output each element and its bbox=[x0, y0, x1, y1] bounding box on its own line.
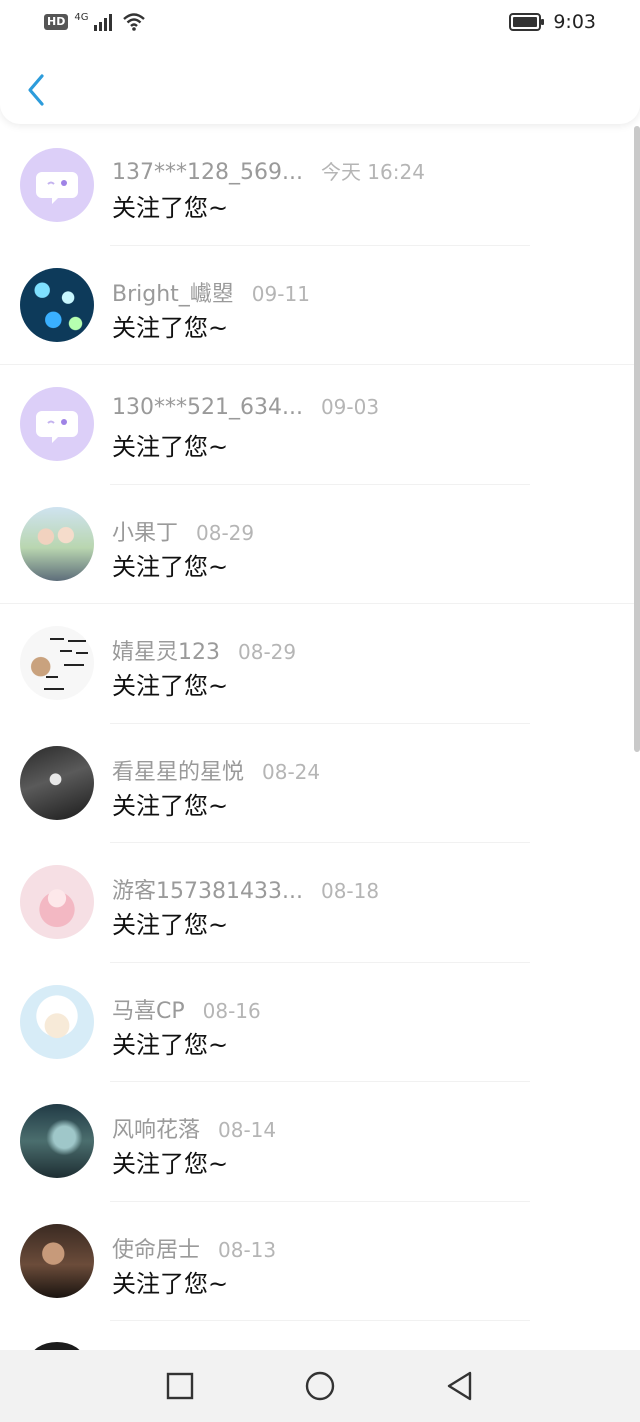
user-name[interactable]: 风响花落 bbox=[112, 1112, 200, 1144]
item-meta: 婧星灵123 08-29 bbox=[112, 634, 296, 666]
notification-list[interactable]: 137***128_569... 今天 16:24 关注了您~ Bright_巇… bbox=[0, 126, 640, 1350]
list-item[interactable]: 婧星灵123 08-29 关注了您~ bbox=[0, 604, 640, 724]
list-item[interactable]: 马喜CP 08-16 关注了您~ bbox=[0, 963, 640, 1083]
item-message: 关注了您~ bbox=[112, 194, 229, 222]
avatar[interactable] bbox=[20, 387, 94, 461]
signal-icon bbox=[94, 14, 113, 31]
status-right: 9:03 bbox=[509, 10, 596, 34]
user-name[interactable]: 使命居士 bbox=[112, 1232, 200, 1264]
user-name[interactable]: 137***128_569... bbox=[112, 160, 303, 185]
text-sticker-graphic bbox=[44, 638, 88, 690]
item-meta: Bright_巇曌 09-11 bbox=[112, 276, 310, 308]
item-meta: 马喜CP 08-16 bbox=[112, 993, 261, 1025]
top-header: HD 4G 9:03 bbox=[0, 0, 640, 124]
hd-badge: HD bbox=[44, 14, 69, 30]
item-date: 08-18 bbox=[320, 879, 380, 903]
avatar[interactable] bbox=[20, 984, 94, 1059]
item-message: 关注了您~ bbox=[112, 552, 229, 581]
item-meta: 小果丁 08-29 bbox=[112, 515, 254, 547]
avatar[interactable] bbox=[20, 506, 94, 581]
list-item[interactable]: Bright_巇曌 09-11 关注了您~ bbox=[0, 246, 640, 366]
status-bar: HD 4G 9:03 bbox=[0, 0, 640, 44]
item-date: 08-16 bbox=[202, 998, 261, 1023]
clock: 9:03 bbox=[553, 11, 596, 33]
battery-icon bbox=[509, 13, 545, 31]
item-message: 关注了您~ bbox=[112, 433, 229, 461]
recents-button[interactable] bbox=[160, 1366, 200, 1406]
user-name[interactable]: 130***521_634... bbox=[112, 395, 303, 420]
app-screen: HD 4G 9:03 137***128_569... 今天 16:24 关注了… bbox=[0, 0, 640, 1422]
item-message: 关注了您~ bbox=[112, 791, 229, 820]
user-name[interactable]: 小果丁 bbox=[112, 515, 178, 547]
user-name[interactable]: Bright_巇曌 bbox=[112, 276, 234, 308]
chat-bubble-icon bbox=[36, 411, 78, 443]
item-meta: 游客157381433... 08-18 bbox=[112, 873, 379, 905]
avatar[interactable] bbox=[20, 1223, 94, 1298]
avatar[interactable] bbox=[20, 1104, 94, 1178]
home-button[interactable] bbox=[300, 1366, 340, 1406]
list-item[interactable]: 风响花落 08-14 关注了您~ bbox=[0, 1082, 640, 1202]
item-message: 关注了您~ bbox=[112, 1030, 229, 1059]
item-meta: 风响花落 08-14 bbox=[112, 1112, 276, 1144]
back-triangle-icon bbox=[447, 1371, 472, 1401]
item-date: 08-14 bbox=[218, 1118, 277, 1142]
avatar[interactable] bbox=[20, 865, 94, 939]
nav-back-button[interactable] bbox=[440, 1366, 480, 1406]
list-item[interactable]: 游客157381433... 08-18 关注了您~ bbox=[0, 843, 640, 963]
item-message: 关注了您~ bbox=[112, 1269, 229, 1298]
item-meta: 看星星的星悦 08-24 bbox=[112, 754, 320, 786]
user-name[interactable]: 马喜CP bbox=[112, 993, 185, 1025]
item-date: 今天 16:24 bbox=[320, 160, 425, 184]
item-date: 09-03 bbox=[320, 395, 380, 419]
list-item[interactable]: 130***521_634... 09-03 关注了您~ bbox=[0, 365, 640, 485]
avatar[interactable] bbox=[20, 267, 94, 342]
item-date: 08-24 bbox=[262, 759, 321, 784]
avatar[interactable] bbox=[20, 148, 94, 222]
wifi-icon bbox=[123, 13, 146, 31]
recents-square-icon bbox=[166, 1372, 194, 1400]
item-meta: 130***521_634... 09-03 bbox=[112, 395, 379, 427]
item-meta: 使命居士 08-13 bbox=[112, 1232, 276, 1264]
network-type: 4G bbox=[74, 11, 89, 23]
item-date: 08-29 bbox=[196, 520, 255, 545]
chat-bubble-icon bbox=[36, 172, 78, 204]
item-message: 关注了您~ bbox=[112, 1150, 229, 1178]
list-item[interactable]: 看星星的星悦 08-24 关注了您~ bbox=[0, 724, 640, 844]
home-circle-icon bbox=[305, 1371, 335, 1401]
user-name[interactable]: 看星星的星悦 bbox=[112, 754, 244, 786]
avatar[interactable] bbox=[20, 626, 94, 700]
item-meta: 137***128_569... 今天 16:24 bbox=[112, 156, 425, 188]
item-message: 关注了您~ bbox=[112, 672, 229, 700]
system-nav-bar bbox=[0, 1350, 640, 1422]
list-item[interactable]: 使命居士 08-13 关注了您~ bbox=[0, 1202, 640, 1322]
item-date: 09-11 bbox=[251, 281, 310, 306]
user-name[interactable]: 游客157381433... bbox=[112, 873, 303, 905]
list-item[interactable]: 137***128_569... 今天 16:24 关注了您~ bbox=[0, 126, 640, 246]
back-button[interactable] bbox=[18, 70, 54, 110]
item-date: 08-13 bbox=[218, 1237, 277, 1262]
item-message: 关注了您~ bbox=[112, 313, 229, 342]
user-name[interactable]: 婧星灵123 bbox=[112, 634, 220, 666]
avatar[interactable] bbox=[20, 745, 94, 820]
item-date: 08-29 bbox=[238, 640, 297, 664]
status-left: HD 4G bbox=[44, 10, 146, 34]
scrollbar[interactable] bbox=[634, 126, 640, 752]
item-message: 关注了您~ bbox=[112, 911, 229, 939]
chevron-left-icon bbox=[28, 74, 44, 106]
list-item[interactable]: 小果丁 08-29 关注了您~ bbox=[0, 485, 640, 605]
